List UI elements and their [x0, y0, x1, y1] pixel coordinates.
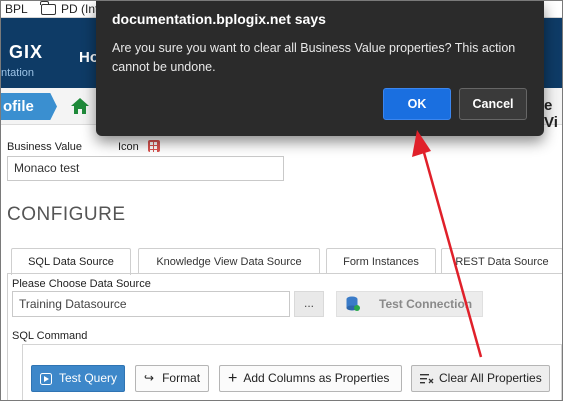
- confirm-dialog: documentation.bplogix.net says Are you s…: [96, 1, 544, 136]
- add-columns-button[interactable]: + Add Columns as Properties: [219, 365, 402, 392]
- ok-button[interactable]: OK: [383, 88, 451, 120]
- clear-all-properties-button[interactable]: Clear All Properties: [411, 365, 550, 392]
- logo-text: GIX: [9, 42, 44, 62]
- bookmark-label: PD (Int: [61, 2, 99, 16]
- grid-icon[interactable]: [148, 140, 160, 153]
- play-icon: [40, 372, 52, 385]
- logo-subtitle: ntation: [1, 67, 35, 79]
- format-label: Format: [162, 371, 201, 385]
- test-connection-label: Test Connection: [379, 297, 473, 311]
- cancel-button[interactable]: Cancel: [459, 88, 527, 120]
- breadcrumb-view[interactable]: e Vi: [544, 97, 562, 131]
- dialog-title: documentation.bplogix.net says: [112, 11, 326, 27]
- screenshot-frame: BPL PD (Int GIX ntation Ho ofile e Vi Bu…: [0, 0, 563, 401]
- dialog-message: Are you sure you want to clear all Busin…: [112, 41, 516, 74]
- home-icon: [71, 98, 89, 114]
- business-value-label: Business Value: [7, 141, 83, 153]
- business-value-input[interactable]: Monaco test: [7, 156, 284, 181]
- add-columns-label: Add Columns as Properties: [243, 371, 390, 385]
- bookmark-folder-pd[interactable]: PD (Int: [40, 1, 99, 16]
- breadcrumb-home[interactable]: [69, 97, 91, 120]
- folder-icon: [40, 1, 56, 15]
- breadcrumb-profile[interactable]: ofile: [1, 93, 57, 120]
- tab-sql-data-source[interactable]: SQL Data Source: [11, 248, 131, 275]
- bookmark-bpl[interactable]: BPL: [5, 2, 28, 16]
- test-connection-button[interactable]: Test Connection: [336, 291, 483, 317]
- clear-list-icon: [420, 374, 434, 384]
- section-title: CONFIGURE: [7, 204, 126, 225]
- tab-knowledge-view-data-source[interactable]: Knowledge View Data Source: [138, 248, 320, 274]
- sql-command-label: SQL Command: [12, 330, 88, 342]
- tab-form-instances[interactable]: Form Instances: [326, 248, 436, 274]
- plus-icon: +: [228, 369, 238, 387]
- format-icon: ↪: [144, 371, 155, 385]
- clear-all-label: Clear All Properties: [439, 371, 542, 385]
- browse-button[interactable]: ...: [294, 291, 324, 317]
- datasource-label: Please Choose Data Source: [12, 278, 151, 290]
- test-query-label: Test Query: [59, 371, 118, 385]
- icon-label: Icon: [118, 141, 139, 153]
- test-query-button[interactable]: Test Query: [31, 365, 125, 392]
- format-button[interactable]: ↪ Format: [135, 365, 209, 392]
- tab-rest-data-source[interactable]: REST Data Source: [441, 248, 562, 274]
- logo[interactable]: GIX: [9, 42, 43, 63]
- bookmark-label: BPL: [5, 2, 28, 16]
- database-icon: [346, 296, 360, 311]
- datasource-input[interactable]: Training Datasource: [12, 291, 290, 317]
